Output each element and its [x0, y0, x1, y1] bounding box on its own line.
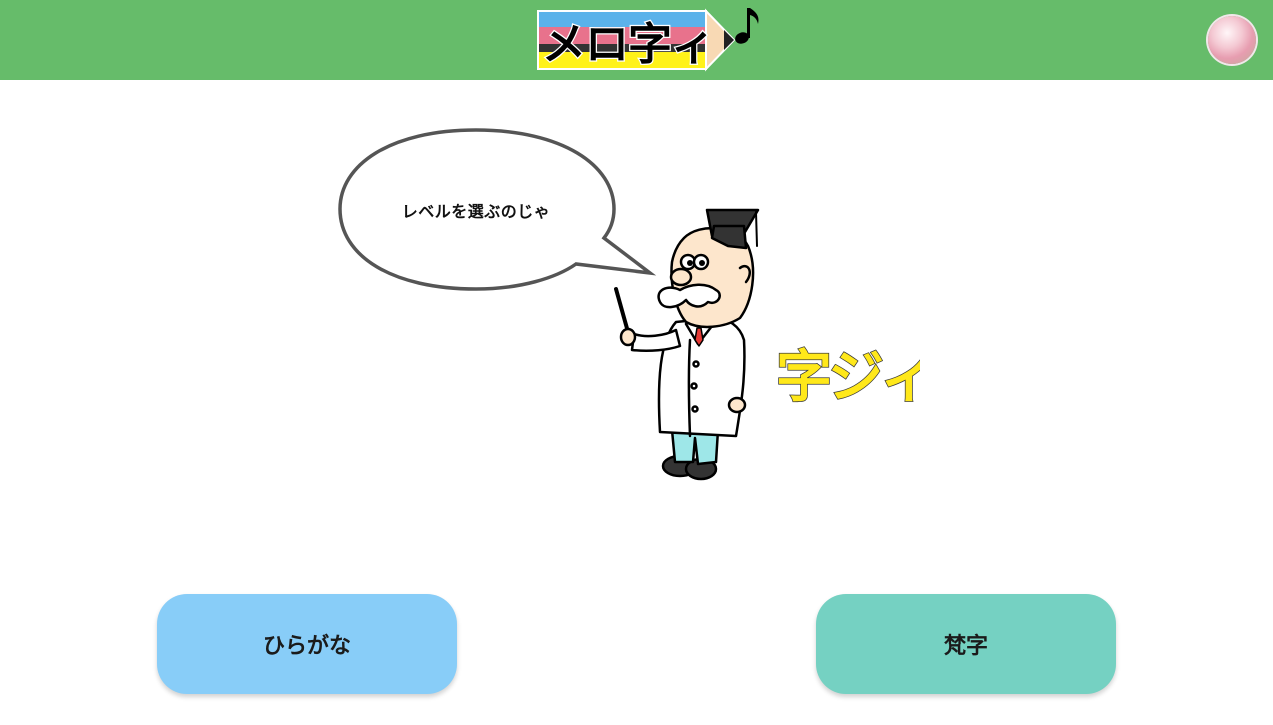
- professor-mascot: [614, 208, 760, 481]
- bonji-level-button[interactable]: 梵字: [816, 594, 1116, 694]
- professor-scene: 字ジィ: [338, 128, 920, 481]
- user-avatar[interactable]: [1208, 16, 1256, 64]
- speech-bubble-text: レベルを選ぶのじゃ: [401, 202, 551, 221]
- app-header: メロ字ィ: [0, 0, 1273, 80]
- music-note-icon: [735, 8, 759, 44]
- app-logo[interactable]: メロ字ィ: [536, 5, 762, 73]
- logo-lettering: メロ字ィ: [542, 19, 714, 70]
- mascot-name-text: 字ジィ: [776, 345, 920, 410]
- hiragana-level-button[interactable]: ひらがな: [157, 594, 457, 694]
